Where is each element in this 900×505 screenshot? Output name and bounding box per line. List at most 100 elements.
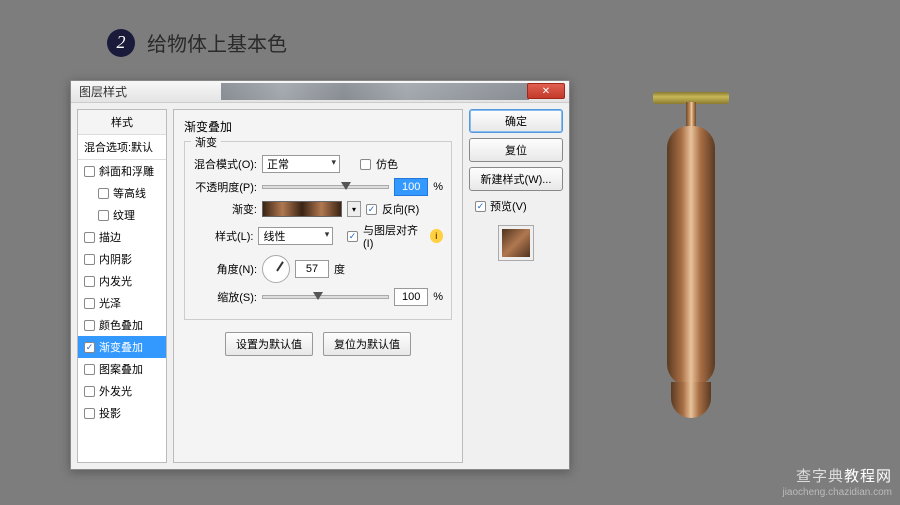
dialog-titlebar[interactable]: 图层样式 ✕ [71, 81, 569, 103]
effect-contour[interactable]: 等高线 [78, 182, 166, 204]
scale-slider[interactable] [262, 295, 389, 299]
checkbox[interactable] [98, 188, 109, 199]
blend-mode-row: 混合模式(O): 正常 仿色 [193, 155, 443, 173]
object-neck [686, 102, 696, 128]
opacity-slider[interactable] [262, 185, 389, 189]
gradient-fieldset: 渐变 混合模式(O): 正常 仿色 不透明度(P): 100 % 渐变: [184, 141, 452, 320]
step-number-badge: 2 [107, 29, 135, 57]
percent-unit: % [433, 291, 443, 303]
blend-options-row[interactable]: 混合选项:默认 [78, 135, 166, 160]
effect-pattern-overlay[interactable]: 图案叠加 [78, 358, 166, 380]
effect-label: 描边 [99, 229, 121, 245]
gradient-dropdown[interactable]: ▾ [347, 201, 361, 217]
styles-column: 样式 混合选项:默认 斜面和浮雕 等高线 纹理 描边 内阴影 内发光 光泽 颜色… [77, 109, 167, 463]
fieldset-legend: 渐变 [191, 134, 221, 150]
percent-unit: % [433, 181, 443, 193]
effect-texture[interactable]: 纹理 [78, 204, 166, 226]
scale-row: 缩放(S): 100 % [193, 288, 443, 306]
effect-label: 图案叠加 [99, 361, 143, 377]
effect-stroke[interactable]: 描边 [78, 226, 166, 248]
effect-label: 内发光 [99, 273, 132, 289]
close-icon: ✕ [542, 86, 550, 97]
checkbox[interactable] [98, 210, 109, 221]
blend-mode-label: 混合模式(O): [193, 156, 257, 172]
close-button[interactable]: ✕ [527, 83, 565, 99]
angle-input[interactable]: 57 [295, 260, 329, 278]
effect-satin[interactable]: 光泽 [78, 292, 166, 314]
dialog-buttons: 确定 复位 新建样式(W)... 预览(V) [469, 109, 563, 463]
reverse-checkbox[interactable] [366, 204, 377, 215]
effect-color-overlay[interactable]: 颜色叠加 [78, 314, 166, 336]
align-checkbox[interactable] [347, 231, 358, 242]
preview-checkbox[interactable] [475, 201, 486, 212]
effect-label: 颜色叠加 [99, 317, 143, 333]
effect-drop-shadow[interactable]: 投影 [78, 402, 166, 424]
blend-mode-select[interactable]: 正常 [262, 155, 340, 173]
opacity-label: 不透明度(P): [193, 179, 257, 195]
step-title: 给物体上基本色 [147, 28, 287, 57]
watermark: 查字典教程网 jiaocheng.chazidian.com [782, 467, 892, 500]
checkbox[interactable] [84, 166, 95, 177]
style-select[interactable]: 线性 [258, 227, 333, 245]
preview-row: 预览(V) [469, 196, 563, 216]
watermark-url: jiaocheng.chazidian.com [782, 486, 892, 499]
dialog-title: 图层样式 [71, 83, 127, 100]
effect-label: 等高线 [113, 185, 146, 201]
scale-input[interactable]: 100 [394, 288, 428, 306]
effect-label: 纹理 [113, 207, 135, 223]
style-label: 样式(L): [193, 228, 253, 244]
effect-bevel[interactable]: 斜面和浮雕 [78, 160, 166, 182]
angle-unit: 度 [334, 261, 345, 277]
dither-checkbox[interactable] [360, 159, 371, 170]
checkbox[interactable] [84, 386, 95, 397]
checkbox[interactable] [84, 408, 95, 419]
object-tip [671, 382, 711, 418]
panel-title: 渐变叠加 [184, 118, 452, 135]
info-icon: i [430, 229, 443, 243]
watermark-cn-b: 教程网 [844, 468, 892, 485]
reset-button[interactable]: 复位 [469, 138, 563, 162]
align-label: 与图层对齐(I) [363, 222, 425, 250]
effect-label: 内阴影 [99, 251, 132, 267]
style-row: 样式(L): 线性 与图层对齐(I) i [193, 222, 443, 250]
gradient-row: 渐变: ▾ 反向(R) [193, 201, 443, 217]
effect-inner-shadow[interactable]: 内阴影 [78, 248, 166, 270]
object-body [667, 126, 715, 386]
gradient-swatch[interactable] [262, 201, 342, 217]
checkbox[interactable] [84, 254, 95, 265]
checkbox[interactable] [84, 298, 95, 309]
watermark-cn-a: 查字典 [796, 468, 844, 485]
dither-label: 仿色 [376, 156, 398, 172]
effect-label: 投影 [99, 405, 121, 421]
defaults-row: 设置为默认值 复位为默认值 [184, 332, 452, 356]
dialog-body: 样式 混合选项:默认 斜面和浮雕 等高线 纹理 描边 内阴影 内发光 光泽 颜色… [71, 103, 569, 469]
settings-panel: 渐变叠加 渐变 混合模式(O): 正常 仿色 不透明度(P): 100 % [173, 109, 463, 463]
styles-header: 样式 [78, 110, 166, 135]
ok-button[interactable]: 确定 [469, 109, 563, 133]
scale-label: 缩放(S): [193, 289, 257, 305]
effects-list: 斜面和浮雕 等高线 纹理 描边 内阴影 内发光 光泽 颜色叠加 渐变叠加 图案叠… [78, 160, 166, 462]
checkbox[interactable] [84, 276, 95, 287]
effect-label: 光泽 [99, 295, 121, 311]
effect-gradient-overlay[interactable]: 渐变叠加 [78, 336, 166, 358]
angle-label: 角度(N): [193, 261, 257, 277]
set-default-button[interactable]: 设置为默认值 [225, 332, 313, 356]
opacity-input[interactable]: 100 [394, 178, 428, 196]
effect-label: 渐变叠加 [99, 339, 143, 355]
checkbox[interactable] [84, 232, 95, 243]
angle-row: 角度(N): 57 度 [193, 255, 443, 283]
layer-style-dialog: 图层样式 ✕ 样式 混合选项:默认 斜面和浮雕 等高线 纹理 描边 内阴影 内发… [70, 80, 570, 470]
checkbox[interactable] [84, 342, 95, 353]
preview-label: 预览(V) [490, 198, 527, 214]
effect-label: 外发光 [99, 383, 132, 399]
effect-inner-glow[interactable]: 内发光 [78, 270, 166, 292]
checkbox[interactable] [84, 320, 95, 331]
opacity-row: 不透明度(P): 100 % [193, 178, 443, 196]
effect-outer-glow[interactable]: 外发光 [78, 380, 166, 402]
new-style-button[interactable]: 新建样式(W)... [469, 167, 563, 191]
gradient-label: 渐变: [193, 201, 257, 217]
reset-default-button[interactable]: 复位为默认值 [323, 332, 411, 356]
checkbox[interactable] [84, 364, 95, 375]
effect-label: 斜面和浮雕 [99, 163, 154, 179]
angle-dial[interactable] [262, 255, 290, 283]
